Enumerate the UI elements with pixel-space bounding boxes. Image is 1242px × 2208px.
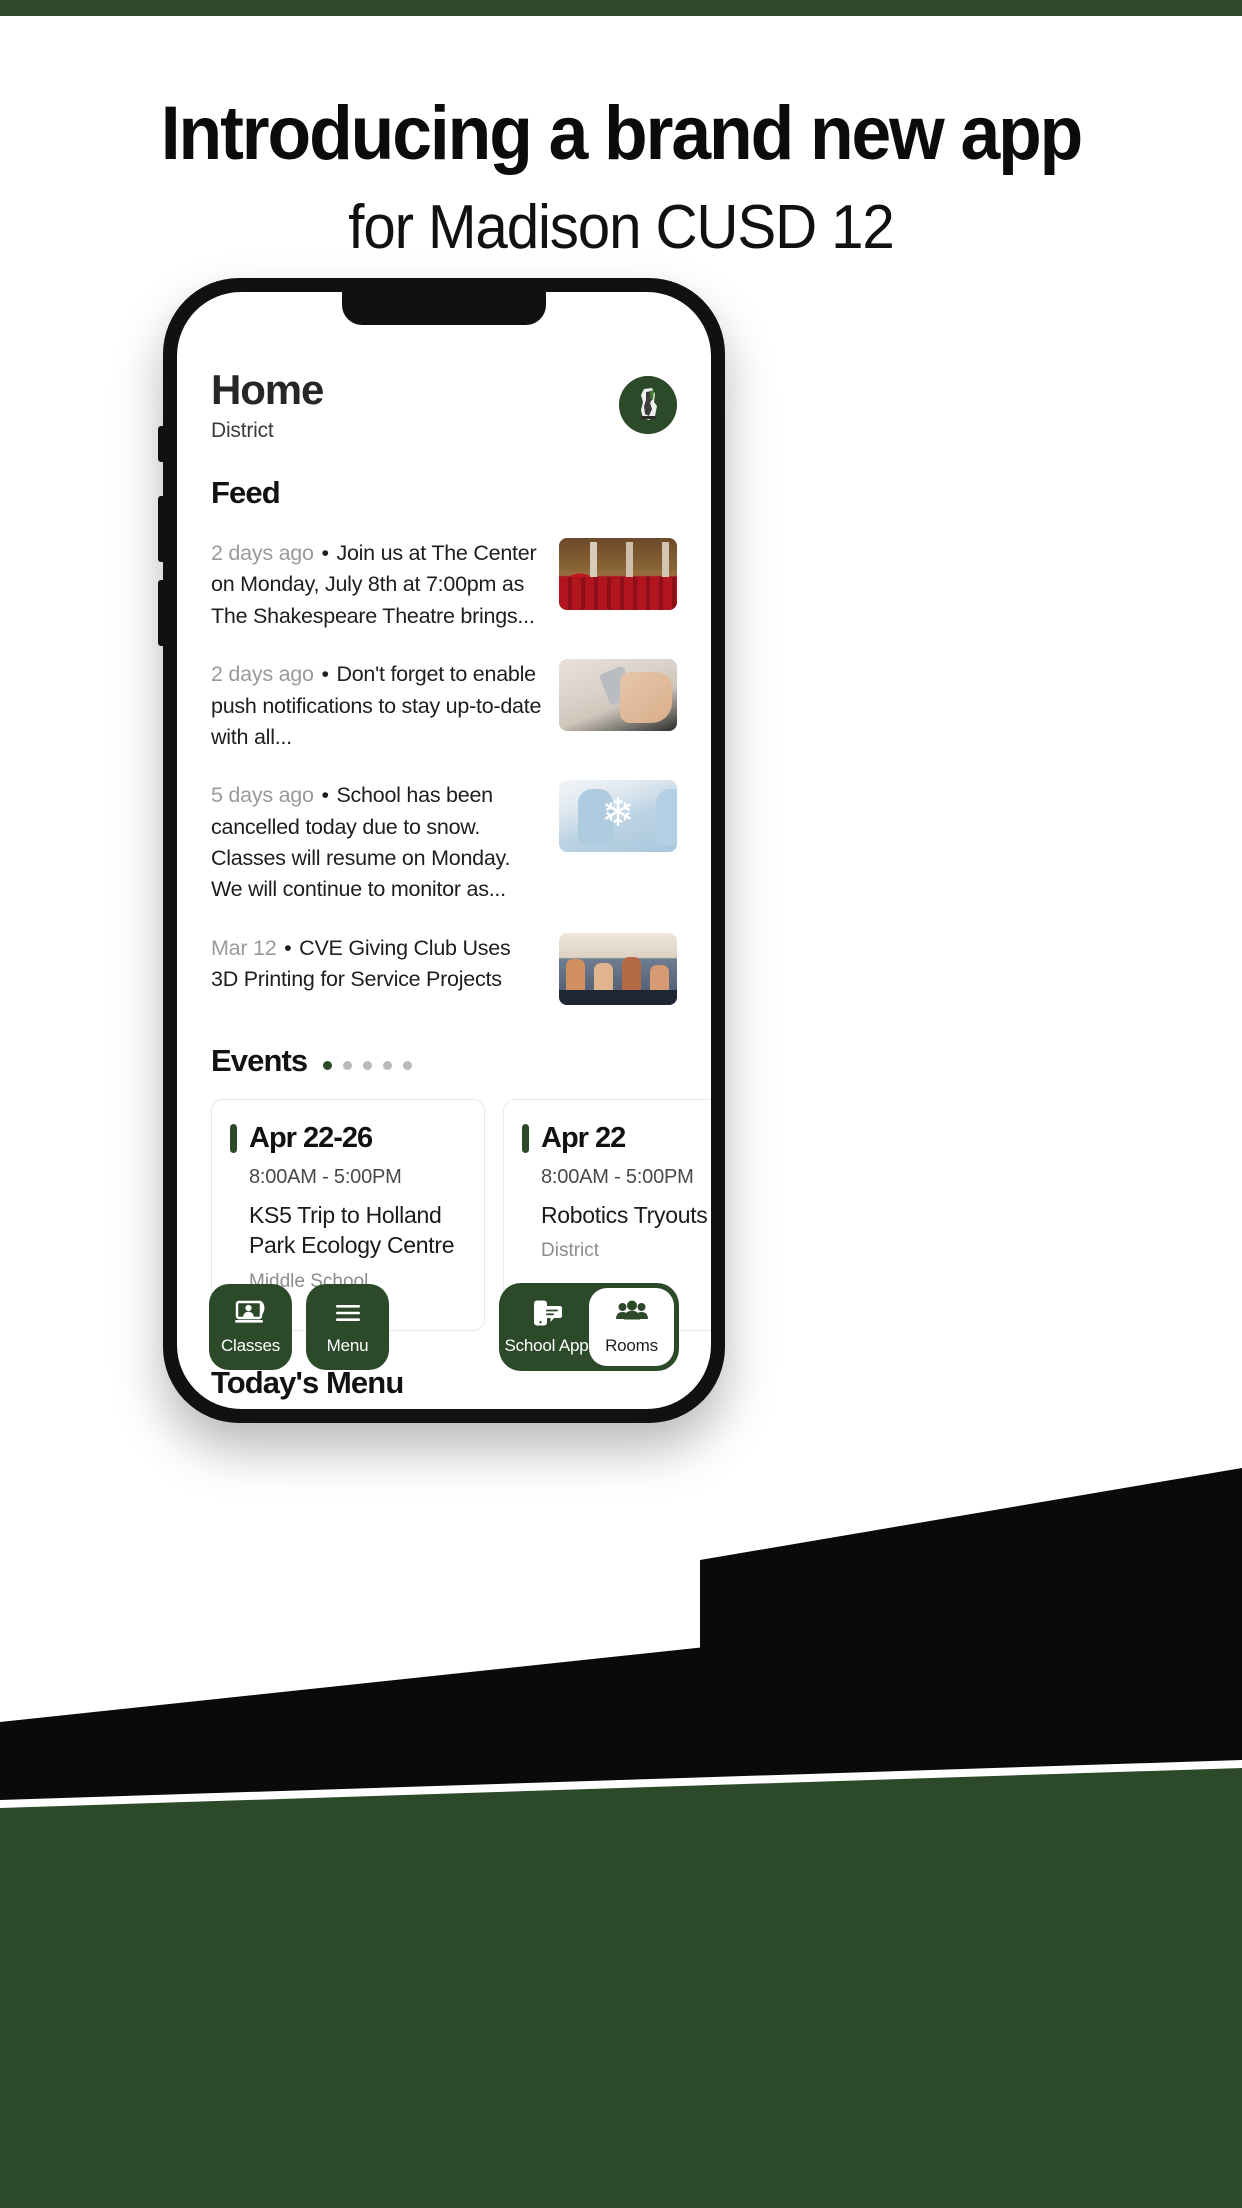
bottom-nav-left-group: Classes Menu: [209, 1284, 389, 1370]
phone-volume-up-button: [158, 496, 163, 562]
phone-volume-down-button: [158, 580, 163, 646]
event-date-row: Apr 22-26: [230, 1122, 462, 1155]
student-raising-hand-icon: [234, 1300, 264, 1323]
madison-cusd-trojan-logo-icon[interactable]: [619, 376, 677, 434]
hamburger-menu-icon: [335, 1305, 360, 1321]
event-organization: District: [541, 1240, 600, 1262]
bottom-nav-right-group: School App Rooms: [499, 1283, 679, 1371]
pagination-dot[interactable]: [343, 1061, 353, 1071]
pagination-dot[interactable]: [363, 1061, 373, 1071]
feed-item-date: 5 days ago: [211, 783, 314, 808]
event-time: 8:00AM - 5:00PM: [249, 1165, 402, 1188]
nav-label: Rooms: [605, 1336, 658, 1355]
phone-chat-icon: [533, 1300, 562, 1326]
app-header-titles: Home District: [211, 366, 324, 443]
event-date: Apr 22: [541, 1121, 626, 1154]
theatre-seats-photo: [559, 538, 677, 611]
events-heading: Events: [211, 1042, 308, 1078]
phone-notch: [342, 292, 546, 325]
events-header-row: Events: [211, 1043, 677, 1079]
feed-item-text: 2 days ago • Don't forget to enable push…: [211, 659, 543, 753]
feed-heading: Feed: [211, 475, 281, 511]
people-group-icon: [615, 1300, 648, 1320]
feed-item-separator: •: [321, 541, 329, 566]
phone-screen: Home District Feed 2 days ago • Join us …: [177, 292, 711, 1409]
feed-item[interactable]: 2 days ago • Don't forget to enable push…: [211, 659, 677, 753]
events-pagination-dots[interactable]: [323, 1051, 413, 1071]
feed-item-text: 5 days ago • School has been cancelled t…: [211, 780, 543, 906]
event-title: Robotics Tryouts: [541, 1201, 708, 1228]
phone-in-hands-photo: [559, 659, 677, 732]
event-title: KS5 Trip to Holland Park Ecology Centre: [249, 1201, 455, 1259]
feed-item-text: 2 days ago • Join us at The Center on Mo…: [211, 538, 543, 632]
headline-line-2: for Madison CUSD 12: [348, 193, 895, 262]
nav-button-classes[interactable]: Classes: [209, 1284, 292, 1370]
pagination-dot[interactable]: [323, 1061, 333, 1071]
feed-item-date: 2 days ago: [211, 541, 314, 566]
feed-item[interactable]: 5 days ago • School has been cancelled t…: [211, 780, 677, 906]
feed-item-separator: •: [321, 662, 329, 687]
nav-button-menu[interactable]: Menu: [306, 1284, 389, 1370]
event-accent-bar: [230, 1123, 237, 1153]
snowflake-mittens-photo: [559, 780, 677, 853]
event-date: Apr 22-26: [249, 1121, 373, 1154]
pagination-dot[interactable]: [403, 1061, 413, 1071]
event-date-row: Apr 22: [522, 1122, 711, 1155]
feed-item[interactable]: 2 days ago • Join us at The Center on Mo…: [211, 538, 677, 632]
feed-item-date: 2 days ago: [211, 662, 314, 687]
pagination-dot[interactable]: [383, 1061, 393, 1071]
page-subtitle: District: [211, 419, 274, 443]
nav-label: Classes: [220, 1336, 281, 1355]
feed-item-separator: •: [321, 783, 329, 808]
bottom-navigation: Classes Menu School App Rooms: [177, 1283, 711, 1371]
phone-mockup: Home District Feed 2 days ago • Join us …: [158, 278, 725, 1423]
nav-label: Menu: [326, 1336, 369, 1355]
event-accent-bar: [522, 1123, 529, 1153]
feed-item-text: Mar 12 • CVE Giving Club Uses 3D Printin…: [211, 933, 543, 996]
phone-mute-switch: [158, 426, 163, 462]
nav-button-rooms[interactable]: Rooms: [589, 1288, 674, 1366]
page-title: Home: [211, 366, 324, 413]
feed-item-date: Mar 12: [211, 935, 277, 960]
nav-button-school-app[interactable]: School App: [504, 1288, 589, 1366]
event-time: 8:00AM - 5:00PM: [541, 1165, 694, 1188]
headline-line-1: Introducing a brand new app: [160, 91, 1084, 176]
nav-label: School App: [504, 1336, 589, 1355]
feed-item-separator: •: [284, 935, 292, 960]
promo-headline: Introducing a brand new app for Madison …: [0, 96, 1242, 262]
feed-item[interactable]: Mar 12 • CVE Giving Club Uses 3D Printin…: [211, 932, 677, 1005]
classroom-students-photo: [559, 932, 677, 1005]
